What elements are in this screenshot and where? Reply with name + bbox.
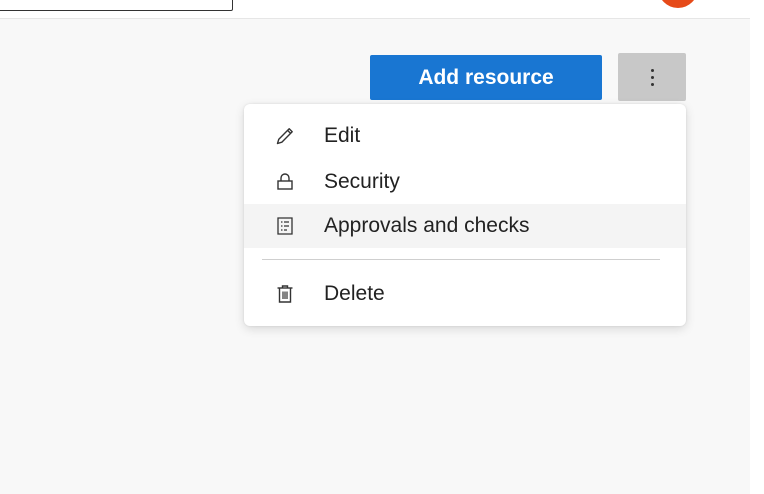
add-resource-button[interactable]: Add resource bbox=[370, 55, 602, 100]
menu-item-delete[interactable]: Delete bbox=[244, 272, 686, 316]
lock-icon bbox=[272, 169, 298, 195]
menu-item-security[interactable]: Security bbox=[244, 160, 686, 204]
menu-item-label: Security bbox=[324, 170, 400, 193]
more-actions-button[interactable] bbox=[618, 53, 686, 101]
menu-item-edit[interactable]: Edit bbox=[244, 114, 686, 158]
more-vertical-icon bbox=[650, 68, 654, 86]
user-avatar[interactable] bbox=[658, 0, 698, 8]
search-input[interactable] bbox=[0, 0, 233, 11]
menu-divider bbox=[262, 259, 660, 260]
checklist-icon bbox=[272, 213, 298, 239]
menu-item-label: Approvals and checks bbox=[324, 214, 530, 237]
menu-item-approvals[interactable]: Approvals and checks bbox=[244, 204, 686, 248]
actions-menu: Edit Security Approvals and checks Delet… bbox=[244, 104, 686, 326]
trash-icon bbox=[272, 281, 298, 307]
right-edge bbox=[750, 0, 764, 494]
add-resource-label: Add resource bbox=[418, 65, 554, 89]
menu-item-label: Delete bbox=[324, 282, 385, 305]
menu-item-label: Edit bbox=[324, 124, 361, 147]
pencil-icon bbox=[272, 123, 298, 149]
top-bar bbox=[0, 0, 750, 19]
